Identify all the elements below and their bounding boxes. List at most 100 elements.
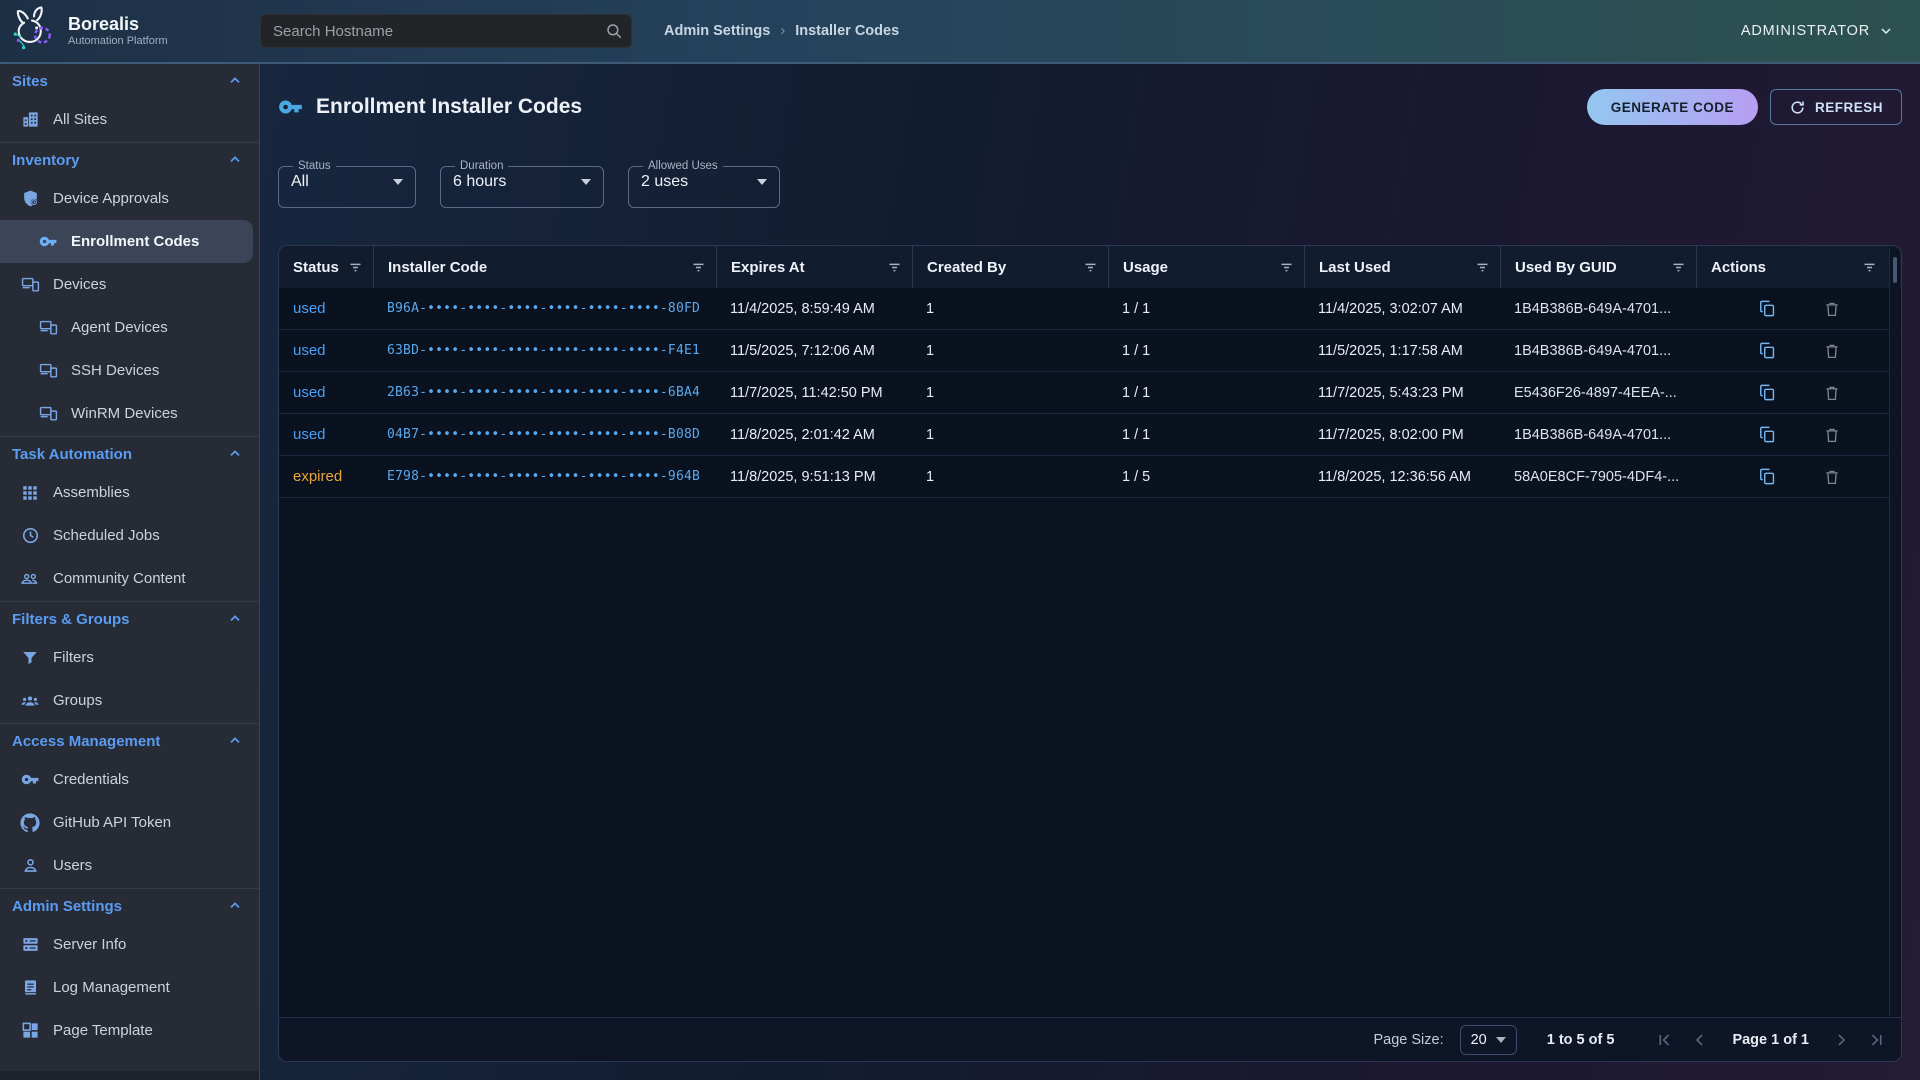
copy-code-button[interactable] <box>1758 425 1777 444</box>
sidebar-item-label: SSH Devices <box>71 362 159 379</box>
chevron-down-icon <box>1878 23 1894 39</box>
installer-code: 2B63-••••-••••-••••-••••-••••-••••-6BA4 <box>387 385 700 400</box>
breadcrumb-installer-codes[interactable]: Installer Codes <box>795 23 899 39</box>
sidebar-item-label: Scheduled Jobs <box>53 527 160 544</box>
sidebar-item-winrm-devices[interactable]: WinRM Devices <box>0 392 259 435</box>
layout-icon <box>20 1021 40 1041</box>
sidebar-item-label: Filters <box>53 649 94 666</box>
filter-icon[interactable] <box>691 260 706 275</box>
sidebar-section-access-management[interactable]: Access Management <box>0 724 259 758</box>
sidebar-item-devices[interactable]: Devices <box>0 263 259 306</box>
search-input[interactable] <box>260 14 632 48</box>
next-page-icon[interactable] <box>1831 1030 1851 1050</box>
copy-code-button[interactable] <box>1758 299 1777 318</box>
sidebar-item-label: WinRM Devices <box>71 405 178 422</box>
sidebar-item-community-content[interactable]: Community Content <box>0 557 259 600</box>
sidebar-section-filters-groups[interactable]: Filters & Groups <box>0 602 259 636</box>
table-row[interactable]: used 63BD-••••-••••-••••-••••-••••-••••-… <box>279 330 1901 372</box>
status-filter-select[interactable]: Status All <box>278 160 416 208</box>
first-page-icon[interactable] <box>1654 1030 1674 1050</box>
status-badge: expired <box>293 468 342 485</box>
refresh-button[interactable]: REFRESH <box>1770 89 1902 125</box>
main-content: Enrollment Installer Codes GENERATE CODE… <box>260 64 1920 1080</box>
search-icon <box>605 22 623 40</box>
table-row[interactable]: used 2B63-••••-••••-••••-••••-••••-••••-… <box>279 372 1901 414</box>
copy-code-button[interactable] <box>1758 467 1777 486</box>
building-icon <box>20 110 40 130</box>
installer-code: E798-••••-••••-••••-••••-••••-••••-964B <box>387 469 700 484</box>
sidebar-section-inventory[interactable]: Inventory <box>0 143 259 177</box>
page-size-select[interactable]: 20 <box>1460 1025 1517 1055</box>
delete-code-button[interactable] <box>1823 342 1841 360</box>
installer-code: B96A-••••-••••-••••-••••-••••-••••-80FD <box>387 301 700 316</box>
generate-code-button[interactable]: GENERATE CODE <box>1587 89 1758 125</box>
sidebar-item-credentials[interactable]: Credentials <box>0 758 259 801</box>
duration-filter-select[interactable]: Duration 6 hours <box>440 160 604 208</box>
filter-icon[interactable] <box>1475 260 1490 275</box>
user-menu-label: ADMINISTRATOR <box>1741 23 1870 39</box>
key-icon <box>38 232 58 252</box>
delete-code-button[interactable] <box>1823 300 1841 318</box>
sidebar: Sites All Sites Inventory <box>0 64 260 1080</box>
installer-code: 04B7-••••-••••-••••-••••-••••-••••-B08D <box>387 427 700 442</box>
copy-code-button[interactable] <box>1758 341 1777 360</box>
delete-code-button[interactable] <box>1823 426 1841 444</box>
sidebar-item-server-info[interactable]: Server Info <box>0 923 259 966</box>
sidebar-item-groups[interactable]: Groups <box>0 679 259 722</box>
allowed-uses-filter-select[interactable]: Allowed Uses 2 uses <box>628 160 780 208</box>
sidebar-item-filters[interactable]: Filters <box>0 636 259 679</box>
sidebar-bottom-strip <box>0 1071 259 1080</box>
page-info-label: Page 1 of 1 <box>1732 1032 1809 1048</box>
breadcrumb-admin-settings[interactable]: Admin Settings <box>664 23 770 39</box>
chevron-up-icon <box>227 898 243 914</box>
table-row[interactable]: used 04B7-••••-••••-••••-••••-••••-••••-… <box>279 414 1901 456</box>
sidebar-section-task-automation[interactable]: Task Automation <box>0 437 259 471</box>
filter-icon[interactable] <box>1083 260 1098 275</box>
last-page-icon[interactable] <box>1867 1030 1887 1050</box>
sidebar-item-log-management[interactable]: Log Management <box>0 966 259 1009</box>
sidebar-item-ssh-devices[interactable]: SSH Devices <box>0 349 259 392</box>
user-menu-button[interactable]: ADMINISTRATOR <box>1741 23 1894 39</box>
brand-subtitle: Automation Platform <box>68 35 168 47</box>
sidebar-item-label: Page Template <box>53 1022 153 1039</box>
grid-icon <box>20 483 40 503</box>
table-empty-area <box>279 498 1901 1017</box>
chevron-down-icon <box>1496 1037 1506 1043</box>
sidebar-item-label: Device Approvals <box>53 190 169 207</box>
table-row[interactable]: used B96A-••••-••••-••••-••••-••••-••••-… <box>279 288 1901 330</box>
copy-code-button[interactable] <box>1758 383 1777 402</box>
sidebar-section-sites[interactable]: Sites <box>0 64 259 98</box>
sidebar-item-scheduled-jobs[interactable]: Scheduled Jobs <box>0 514 259 557</box>
sidebar-item-page-template[interactable]: Page Template <box>0 1009 259 1052</box>
table-row[interactable]: expired E798-••••-••••-••••-••••-••••-••… <box>279 456 1901 498</box>
sidebar-item-agent-devices[interactable]: Agent Devices <box>0 306 259 349</box>
key-icon <box>20 770 40 790</box>
sidebar-item-assemblies[interactable]: Assemblies <box>0 471 259 514</box>
sidebar-item-all-sites[interactable]: All Sites <box>0 98 259 141</box>
chevron-up-icon <box>227 152 243 168</box>
table-scrollbar[interactable] <box>1889 247 1900 1016</box>
chevron-down-icon <box>581 179 591 185</box>
installer-code: 63BD-••••-••••-••••-••••-••••-••••-F4E1 <box>387 343 700 358</box>
sidebar-item-enrollment-codes[interactable]: Enrollment Codes <box>0 220 253 263</box>
filter-icon[interactable] <box>348 260 363 275</box>
chevron-up-icon <box>227 73 243 89</box>
sidebar-item-github-api-token[interactable]: GitHub API Token <box>0 801 259 844</box>
filter-icon[interactable] <box>1862 260 1877 275</box>
scrollbar-thumb[interactable] <box>1893 257 1897 283</box>
previous-page-icon[interactable] <box>1690 1030 1710 1050</box>
filter-icon[interactable] <box>1279 260 1294 275</box>
sidebar-item-label: All Sites <box>53 111 107 128</box>
sidebar-section-admin-settings[interactable]: Admin Settings <box>0 889 259 923</box>
log-icon <box>20 978 40 998</box>
devices-icon <box>20 275 40 295</box>
delete-code-button[interactable] <box>1823 384 1841 402</box>
delete-code-button[interactable] <box>1823 468 1841 486</box>
sidebar-item-device-approvals[interactable]: Device Approvals <box>0 177 259 220</box>
filter-icon[interactable] <box>1671 260 1686 275</box>
filter-icon[interactable] <box>887 260 902 275</box>
sidebar-item-label: Credentials <box>53 771 129 788</box>
key-icon <box>278 94 304 120</box>
sidebar-item-label: Assemblies <box>53 484 130 501</box>
sidebar-item-users[interactable]: Users <box>0 844 259 887</box>
